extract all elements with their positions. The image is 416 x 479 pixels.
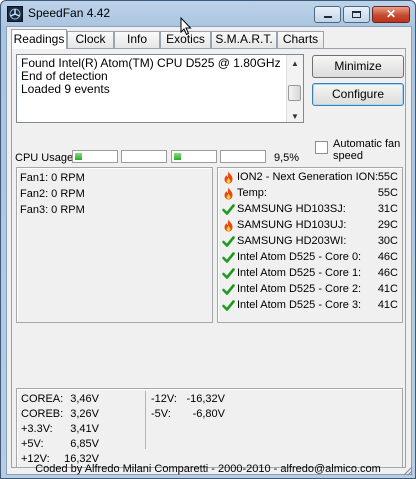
client-area: Readings Clock Info Exotics S.M.A.R.T. C… <box>6 26 412 475</box>
temp-label: Intel Atom D525 - Core 0: <box>237 251 362 263</box>
fan-reading: Fan2: 0 RPM <box>20 188 85 200</box>
fan-reading: Fan1: 0 RPM <box>20 172 85 184</box>
log-line: Loaded 9 events <box>21 82 110 96</box>
cpu-core-fill <box>75 153 82 160</box>
temp-row: SAMSUNG HD103SJ: 31C <box>220 202 400 218</box>
temp-row: Intel Atom D525 - Core 0: 46C <box>220 250 400 266</box>
voltage-value: 3,26V <box>70 408 99 420</box>
temp-row: ION2 - Next Generation ION: 55C <box>220 170 400 186</box>
voltage-value: 3,41V <box>70 423 99 435</box>
voltage-value: -16,32V <box>186 393 225 405</box>
voltage-value: 6,85V <box>70 438 99 450</box>
automatic-fan-speed-checkbox[interactable] <box>315 141 328 154</box>
voltage-divider <box>145 391 146 449</box>
cpu-core-bar <box>171 150 217 163</box>
temp-row: Intel Atom D525 - Core 2: 41C <box>220 282 400 298</box>
flame-icon <box>222 187 235 200</box>
temp-row: Intel Atom D525 - Core 3: 41C <box>220 298 400 314</box>
fan-speeds-box: Fan1: 0 RPM Fan2: 0 RPM Fan3: 0 RPM <box>16 167 213 323</box>
cpu-usage-percent: 9,5% <box>274 152 300 164</box>
temp-label: SAMSUNG HD103UJ: <box>237 219 347 231</box>
tab-readings[interactable]: Readings <box>11 29 67 49</box>
cpu-usage-label: CPU Usage <box>15 152 74 164</box>
status-bar: Coded by Alfredo Milani Comparetti - 200… <box>35 463 381 475</box>
temp-value: 41C <box>377 299 398 311</box>
voltage-label: COREA: <box>21 393 64 405</box>
temp-label: Intel Atom D525 - Core 2: <box>237 283 362 295</box>
check-icon <box>222 267 235 280</box>
tab-strip: Readings Clock Info Exotics S.M.A.R.T. C… <box>11 29 407 49</box>
temp-label: SAMSUNG HD203WI: <box>237 235 347 247</box>
log-scrollbar[interactable]: ▲ ▼ <box>286 55 303 122</box>
flame-icon <box>222 219 235 232</box>
maximize-window-button[interactable] <box>343 6 370 23</box>
temp-row: SAMSUNG HD103UJ: 29C <box>220 218 400 234</box>
check-icon <box>222 251 235 264</box>
voltage-value: -6,80V <box>192 408 225 420</box>
cpu-core-bar <box>220 150 266 163</box>
temp-label: ION2 - Next Generation ION: <box>237 171 379 183</box>
voltages-box: COREA: 3,46V COREB: 3,26V +3.3V: 3,41V +… <box>16 388 403 468</box>
close-window-button[interactable]: ✕ <box>372 6 410 23</box>
voltage-label: -5V: <box>151 408 171 420</box>
voltage-value: 3,46V <box>70 393 99 405</box>
cpu-core-bar <box>72 150 118 163</box>
check-icon <box>222 235 235 248</box>
temperatures-box: ION2 - Next Generation ION: 55C Temp: 55… <box>217 167 403 323</box>
temp-row: Temp: 55C <box>220 186 400 202</box>
temp-value: 41C <box>377 283 398 295</box>
scroll-down-icon[interactable]: ▼ <box>291 110 299 123</box>
speedfan-app-icon[interactable] <box>7 6 23 22</box>
temp-value: 29C <box>377 219 398 231</box>
minimize-window-button[interactable] <box>314 6 341 23</box>
tab-charts[interactable]: Charts <box>277 31 324 48</box>
temp-value: 30C <box>377 235 398 247</box>
tab-info[interactable]: Info <box>114 31 160 48</box>
temp-label: SAMSUNG HD103SJ: <box>237 203 346 215</box>
check-icon <box>222 299 235 312</box>
temp-label: Intel Atom D525 - Core 3: <box>237 299 362 311</box>
speedfan-window: SpeedFan 4.42 ✕ Readings Clock Info Exot… <box>0 0 416 479</box>
scroll-up-icon[interactable]: ▲ <box>291 57 299 70</box>
voltage-label: +3.3V: <box>21 423 53 435</box>
minimize-button[interactable]: Minimize <box>312 55 404 78</box>
resize-grip-icon[interactable] <box>403 466 413 476</box>
temp-row: SAMSUNG HD203WI: 30C <box>220 234 400 250</box>
voltage-label: -12V: <box>151 393 177 405</box>
cpu-core-fill <box>174 153 181 160</box>
tab-smart[interactable]: S.M.A.R.T. <box>211 31 277 48</box>
temp-label: Temp: <box>237 187 267 199</box>
scroll-thumb[interactable] <box>288 85 301 101</box>
minimize-icon <box>324 16 332 18</box>
event-log[interactable]: Found Intel(R) Atom(TM) CPU D525 @ 1.80G… <box>16 54 304 123</box>
voltage-label: +5V: <box>21 438 44 450</box>
cpu-core-bar <box>121 150 167 163</box>
mouse-cursor-icon <box>180 17 192 36</box>
title-bar[interactable]: SpeedFan 4.42 ✕ <box>1 1 415 27</box>
maximize-icon <box>352 11 361 18</box>
configure-button[interactable]: Configure <box>312 83 404 106</box>
temp-value: 31C <box>377 203 398 215</box>
temp-value: 46C <box>377 267 398 279</box>
temp-row: Intel Atom D525 - Core 1: 46C <box>220 266 400 282</box>
voltage-label: COREB: <box>21 408 64 420</box>
temp-value: 55C <box>377 171 398 183</box>
flame-icon <box>222 171 235 184</box>
readings-panel: Found Intel(R) Atom(TM) CPU D525 @ 1.80G… <box>11 48 406 468</box>
temp-value: 55C <box>377 187 398 199</box>
automatic-fan-speed-label: Automatic fan speed <box>333 138 401 162</box>
temp-value: 46C <box>377 251 398 263</box>
window-title: SpeedFan 4.42 <box>28 6 111 20</box>
fan-reading: Fan3: 0 RPM <box>20 204 85 216</box>
temp-label: Intel Atom D525 - Core 1: <box>237 267 362 279</box>
check-icon <box>222 283 235 296</box>
tab-clock[interactable]: Clock <box>67 31 114 48</box>
check-icon <box>222 203 235 216</box>
close-icon: ✕ <box>385 7 397 21</box>
